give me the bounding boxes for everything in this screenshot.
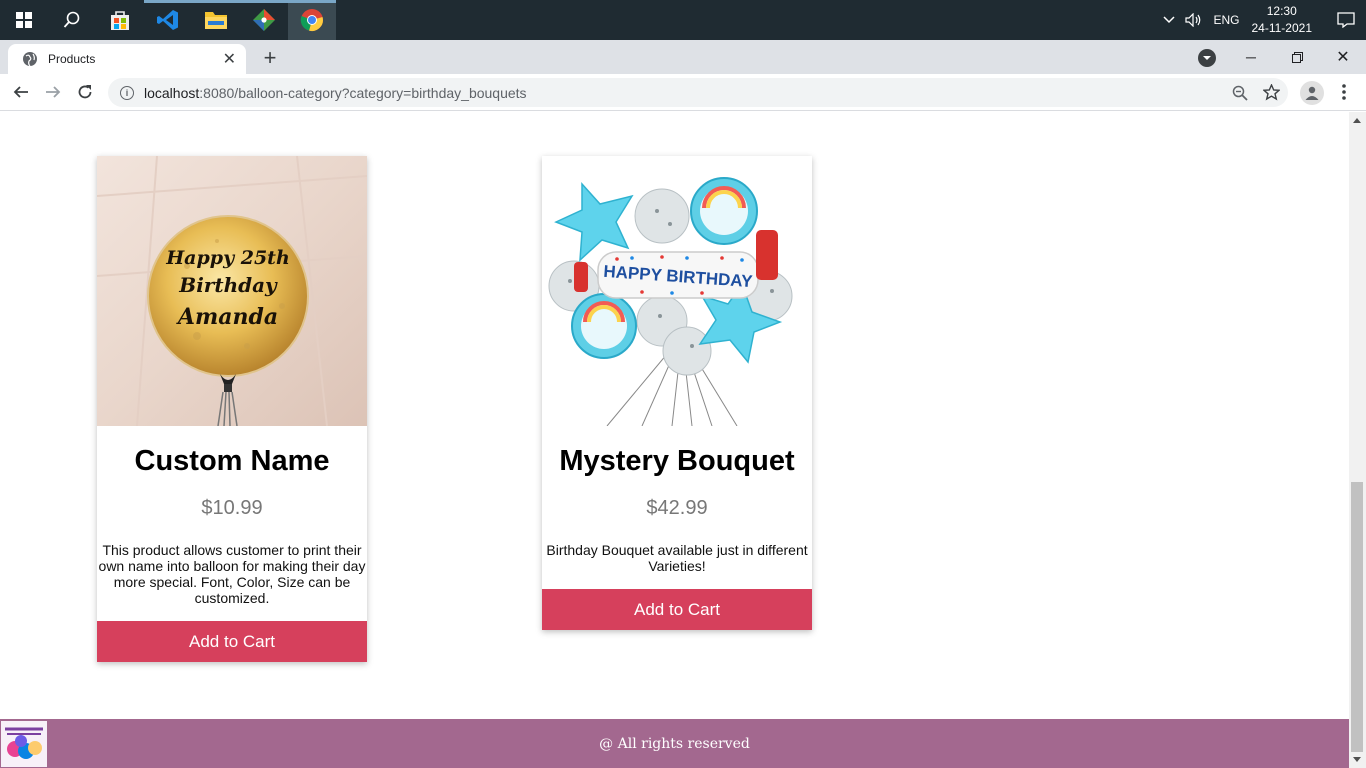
- scroll-up-arrow[interactable]: [1353, 118, 1361, 123]
- tab-title: Products: [48, 52, 96, 66]
- product-description: This product allows customer to print th…: [98, 542, 366, 606]
- url-path: :8080/balloon-category?category=birthday…: [199, 84, 527, 101]
- browser-toolbar: i localhost:8080/balloon-category?catego…: [0, 74, 1366, 111]
- balloon-print-line-3: Amanda: [176, 304, 278, 330]
- taskbar-git[interactable]: [240, 0, 288, 40]
- arrow-right-icon: [46, 86, 61, 98]
- close-window-button[interactable]: ✕: [1320, 40, 1366, 74]
- restore-button[interactable]: [1274, 40, 1320, 74]
- language-indicator[interactable]: ENG: [1213, 13, 1239, 27]
- chrome-icon: [300, 9, 323, 31]
- site-info-icon[interactable]: i: [120, 85, 134, 100]
- clock-time: 12:30: [1266, 4, 1297, 18]
- profile-icon: [1305, 86, 1319, 100]
- start-button[interactable]: [0, 0, 48, 40]
- balloon-print-line-2: Birthday: [178, 273, 278, 297]
- profile-button[interactable]: [1300, 81, 1324, 105]
- address-bar[interactable]: i localhost:8080/balloon-category?catego…: [108, 78, 1288, 107]
- bookmark-star-icon[interactable]: [1263, 84, 1280, 101]
- forward-button[interactable]: [37, 76, 69, 108]
- reload-button[interactable]: [69, 76, 101, 108]
- minimize-button[interactable]: ─: [1228, 40, 1274, 74]
- speaker-icon[interactable]: [1185, 13, 1203, 27]
- git-icon: [253, 9, 275, 31]
- tab-search-icon[interactable]: [1198, 49, 1216, 67]
- site-footer: @ All rights reserved: [0, 719, 1349, 768]
- product-name: Custom Name: [134, 445, 330, 477]
- menu-button[interactable]: [1336, 83, 1352, 106]
- scrollbar-thumb[interactable]: [1351, 482, 1363, 752]
- restore-icon: [1291, 51, 1303, 63]
- notification-icon: [1337, 12, 1355, 28]
- search-button[interactable]: [48, 0, 96, 40]
- clock[interactable]: 12:30 24-11-2021: [1252, 3, 1313, 37]
- notification-button[interactable]: [1326, 0, 1366, 40]
- more-vert-icon: [1342, 84, 1346, 100]
- url-host: localhost: [144, 84, 200, 101]
- add-to-cart-button[interactable]: Add to Cart: [542, 589, 812, 630]
- reload-icon: [78, 85, 92, 99]
- product-price: $10.99: [201, 497, 263, 519]
- product-image[interactable]: HAPPY BIRTHDAY: [542, 156, 812, 426]
- new-tab-button[interactable]: +: [258, 45, 282, 70]
- clock-date: 24-11-2021: [1251, 21, 1313, 35]
- store-icon: [111, 11, 129, 30]
- balloon-print-line-1: Happy 25th: [165, 247, 290, 269]
- taskbar-chrome[interactable]: [288, 0, 336, 40]
- tab-strip: Products ✕ + ─ ✕: [0, 40, 1366, 74]
- taskbar-store[interactable]: [96, 0, 144, 40]
- taskbar-file-explorer[interactable]: [192, 0, 240, 40]
- scroll-down-arrow[interactable]: [1353, 757, 1361, 762]
- close-tab-icon[interactable]: ✕: [223, 49, 236, 69]
- chevron-up-icon[interactable]: [1163, 16, 1176, 24]
- product-card: Happy 25th Birthday Amanda Custom Name $…: [97, 156, 367, 662]
- back-button[interactable]: [5, 76, 37, 108]
- add-to-cart-button[interactable]: Add to Cart: [97, 621, 367, 662]
- product-description: Birthday Bouquet available just in diffe…: [546, 542, 808, 574]
- tab-products[interactable]: Products ✕: [8, 44, 246, 74]
- page-content: Happy 25th Birthday Amanda Custom Name $…: [0, 112, 1349, 768]
- page-scrollbar[interactable]: [1349, 112, 1366, 768]
- arrow-left-icon: [13, 86, 28, 98]
- product-price: $42.99: [646, 497, 708, 519]
- vscode-icon: [157, 10, 178, 30]
- product-card: HAPPY BIRTHDAY Mystery Bouquet $42.99 Bi…: [542, 156, 812, 630]
- site-logo[interactable]: [1, 721, 47, 767]
- zoom-icon[interactable]: [1232, 85, 1248, 101]
- windows-taskbar: ENG 12:30 24-11-2021: [0, 0, 1366, 40]
- folder-icon: [205, 12, 227, 29]
- windows-icon: [16, 12, 32, 28]
- product-image[interactable]: Happy 25th Birthday Amanda: [97, 156, 367, 426]
- taskbar-vscode[interactable]: [144, 0, 192, 40]
- globe-icon: [23, 52, 37, 67]
- search-icon: [63, 11, 80, 28]
- footer-copyright: @ All rights reserved: [599, 735, 750, 752]
- product-name: Mystery Bouquet: [559, 445, 795, 477]
